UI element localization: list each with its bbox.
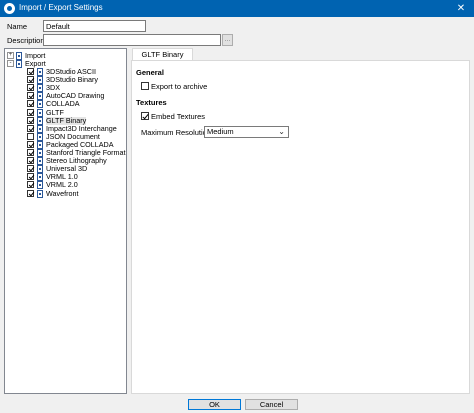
format-checkbox[interactable] xyxy=(27,76,34,84)
format-checkbox[interactable] xyxy=(27,157,34,165)
max-resolution-select[interactable]: Medium ⌄ xyxy=(204,126,289,138)
document-icon xyxy=(37,76,43,85)
ok-button[interactable]: OK xyxy=(188,399,241,410)
format-checkbox[interactable] xyxy=(27,84,34,92)
tree-item-format[interactable]: COLLADA xyxy=(5,100,126,109)
format-checkbox[interactable] xyxy=(27,68,34,75)
format-checkbox[interactable] xyxy=(27,173,34,181)
name-input[interactable]: Default xyxy=(43,20,146,32)
format-checkbox[interactable] xyxy=(27,124,34,132)
document-icon xyxy=(37,189,43,198)
document-icon xyxy=(37,84,43,93)
max-resolution-value: Medium xyxy=(207,127,234,136)
format-checkbox[interactable] xyxy=(27,100,34,108)
tree-label: Export xyxy=(25,59,46,68)
collapse-icon[interactable]: - xyxy=(7,60,14,67)
format-checkbox[interactable] xyxy=(27,189,34,197)
description-input[interactable] xyxy=(43,34,221,46)
title-bar[interactable]: Import / Export Settings ✕ xyxy=(0,0,474,17)
max-resolution-label: Maximum Resolution xyxy=(141,128,212,137)
document-icon xyxy=(37,149,43,157)
export-icon xyxy=(16,60,22,68)
general-heading: General xyxy=(136,68,164,77)
description-browse-button[interactable]: ... xyxy=(222,34,233,46)
document-icon xyxy=(37,100,43,109)
format-checkbox[interactable] xyxy=(27,181,34,189)
document-icon xyxy=(37,124,43,133)
import-icon xyxy=(16,52,22,60)
document-icon xyxy=(37,165,43,174)
expand-icon[interactable]: + xyxy=(7,52,14,59)
format-label: Wavefront xyxy=(46,188,79,198)
app-icon xyxy=(4,3,15,14)
format-checkbox[interactable] xyxy=(27,140,34,148)
format-checkbox[interactable] xyxy=(27,165,34,173)
embed-textures-label[interactable]: Embed Textures xyxy=(151,112,205,121)
tree-item-import[interactable]: + Import xyxy=(5,52,126,60)
export-archive-label[interactable]: Export to archive xyxy=(151,82,207,91)
format-checkbox[interactable] xyxy=(27,92,34,100)
format-checkbox[interactable] xyxy=(27,132,34,140)
document-icon xyxy=(37,116,43,125)
tree-item-format[interactable]: 3DStudio Binary xyxy=(5,76,126,85)
document-icon xyxy=(37,181,43,190)
document-icon xyxy=(37,157,43,166)
document-icon xyxy=(37,173,43,182)
tree-item-format[interactable]: Wavefront xyxy=(5,188,126,198)
cancel-button[interactable]: Cancel xyxy=(245,399,298,410)
close-button[interactable]: ✕ xyxy=(448,0,474,17)
document-icon xyxy=(37,140,43,149)
document-icon xyxy=(37,68,43,76)
textures-heading: Textures xyxy=(136,98,167,107)
name-label: Name xyxy=(7,22,28,31)
document-icon xyxy=(37,132,43,141)
export-settings-panel: General Export to archive Textures Embed… xyxy=(131,60,470,394)
format-checkbox[interactable] xyxy=(27,108,34,116)
document-icon xyxy=(37,108,43,117)
document-icon xyxy=(37,92,43,101)
window-title: Import / Export Settings xyxy=(19,3,103,12)
format-checkbox[interactable] xyxy=(27,116,34,124)
export-archive-checkbox[interactable] xyxy=(141,82,149,90)
embed-textures-checkbox[interactable] xyxy=(141,112,149,120)
chevron-down-icon: ⌄ xyxy=(278,127,285,136)
format-checkbox[interactable] xyxy=(27,149,34,156)
settings-tree[interactable]: + Import - Export 3DStudio ASCII 3DStudio… xyxy=(4,48,127,394)
description-label: Description xyxy=(7,36,45,45)
